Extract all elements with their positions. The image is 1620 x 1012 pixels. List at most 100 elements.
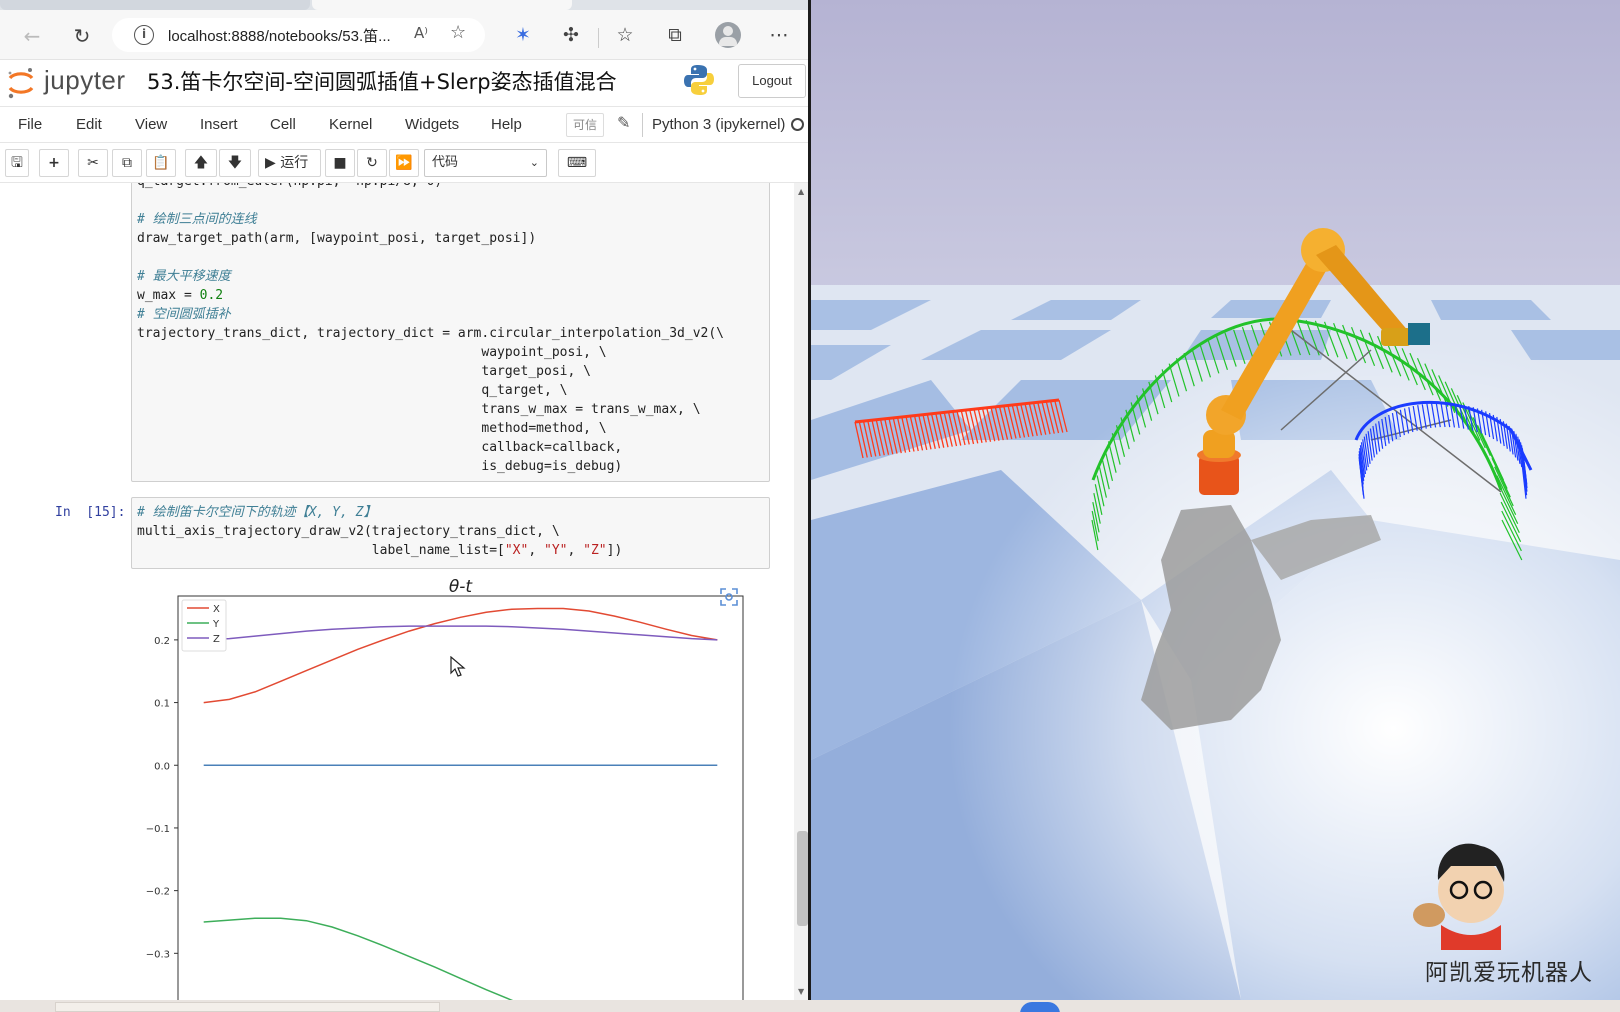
trusted-badge[interactable]: 可信 (566, 113, 604, 137)
code-cell-1-line: trans_w_max = trans_w_max, \ (137, 402, 701, 417)
menubar: File Edit View Insert Cell Kernel Widget… (0, 107, 808, 143)
clipboard-icon: 📋 (152, 155, 170, 171)
chart-title: θ-t (449, 578, 474, 597)
sky (811, 0, 1620, 290)
add-favorite-icon[interactable]: ☆ (450, 22, 466, 43)
paste-button[interactable]: 📋 (146, 149, 176, 177)
scroll-down-icon[interactable]: ▼ (798, 987, 804, 996)
extension-bird-icon[interactable]: ✶ (510, 22, 536, 48)
taskbar (0, 1000, 1620, 1012)
plus-icon: + (48, 155, 60, 171)
collections-icon[interactable]: ⧉ (662, 22, 688, 48)
code-cell-2-line: label_name_list=["X", "Y", "Z"]) (137, 543, 623, 558)
insert-cell-button[interactable]: + (39, 149, 69, 177)
restart-run-all-button[interactable]: ⏩ (389, 149, 419, 177)
stop-icon: ■ (333, 155, 347, 171)
browser-tab-inactive[interactable] (0, 0, 310, 10)
notebook-title[interactable]: 53.笛卡尔空间-空间圆弧插值+Slerp姿态插值混合 (147, 66, 617, 96)
menu-widgets[interactable]: Widgets (405, 116, 459, 133)
trajectory-chart: θ-t0.20.10.0−0.1−0.2−0.3−0.4XYZ (146, 578, 744, 1000)
menu-cell[interactable]: Cell (270, 116, 296, 133)
back-arrow-icon[interactable]: ← (20, 24, 44, 48)
profile-avatar-icon[interactable] (715, 22, 741, 48)
python-logo-icon (684, 65, 714, 95)
code-cell-1-source[interactable]: q_target.from_euler(np.pi, -np.pi/8, 0) … (132, 183, 769, 476)
more-menu-icon[interactable]: ⋯ (766, 22, 792, 48)
jupyter-logo-icon (8, 68, 34, 99)
url-text: localhost:8888/notebooks/53.笛... (168, 28, 391, 45)
save-button[interactable]: 🖫 (5, 149, 29, 177)
taskbar-window-button[interactable] (55, 1002, 440, 1012)
cell-prompt: In [15]: (55, 505, 126, 520)
mouse-cursor-icon (449, 655, 467, 678)
code-cell-2-line: multi_axis_trajectory_draw_v2(trajectory… (137, 524, 560, 539)
code-cell-1-line: q_target, \ (137, 383, 568, 398)
code-cell-1-line (137, 248, 769, 267)
menu-edit[interactable]: Edit (76, 116, 102, 133)
keyboard-icon: ⌨ (566, 155, 588, 171)
site-info-icon[interactable]: i (134, 25, 154, 45)
menu-insert[interactable]: Insert (200, 116, 238, 133)
code-cell-1-line: # 空间圆弧插补 (137, 307, 231, 322)
notebook-toolbar: 🖫 + ✂ ⧉ 📋 🡅 🡇 ▶ 运行 ■ ↻ ⏩ 代码 ⌄ ⌨ (0, 143, 808, 183)
legend-label: X (213, 604, 220, 615)
extensions-puzzle-icon[interactable]: ✣ (558, 22, 584, 48)
y-tick-label: −0.1 (146, 824, 170, 835)
tab-strip (0, 0, 808, 10)
read-aloud-icon[interactable]: A⁾ (414, 24, 428, 42)
jupyter-logo[interactable]: jupyter (6, 64, 126, 102)
scroll-up-icon[interactable]: ▲ (798, 187, 804, 196)
run-button[interactable]: ▶ 运行 (258, 149, 321, 177)
favorites-icon[interactable]: ☆ (612, 22, 638, 48)
cut-button[interactable]: ✂ (78, 149, 108, 177)
notebook-scrollbar[interactable]: ▲ ▼ (794, 183, 808, 1000)
scissors-icon: ✂ (87, 155, 99, 171)
arrow-down-icon: 🡇 (227, 155, 243, 171)
refresh-icon[interactable]: ↻ (70, 24, 94, 48)
code-cell-1-line: callback=callback, (137, 440, 623, 455)
url-field[interactable]: i localhost:8888/notebooks/53.笛... A⁾ ☆ (112, 18, 485, 52)
interrupt-button[interactable]: ■ (325, 149, 355, 177)
scrollbar-thumb[interactable] (797, 831, 808, 926)
jupyter-header: jupyter 53.笛卡尔空间-空间圆弧插值+Slerp姿态插值混合 Logo… (0, 60, 808, 107)
toolbar-divider (598, 28, 599, 48)
kernel-status-icon (791, 118, 804, 131)
code-cell-2[interactable]: # 绘制笛卡尔空间下的轨迹【X, Y, Z】 multi_axis_traject… (131, 497, 770, 569)
pencil-icon[interactable]: ✎ (617, 113, 630, 132)
code-cell-2-source[interactable]: # 绘制笛卡尔空间下的轨迹【X, Y, Z】 multi_axis_traject… (132, 498, 769, 560)
code-cell-1-line: is_debug=is_debug) (137, 459, 623, 474)
menu-file[interactable]: File (18, 116, 42, 133)
code-cell-1-line: target_posi, \ (137, 364, 591, 379)
legend-label: Z (213, 634, 220, 645)
menu-kernel[interactable]: Kernel (329, 116, 372, 133)
kernel-name[interactable]: Python 3 (ipykernel) (652, 116, 785, 133)
logout-button[interactable]: Logout (738, 64, 806, 98)
browser-window: ← ↻ i localhost:8888/notebooks/53.笛... A… (0, 0, 811, 1000)
restart-icon: ↻ (366, 155, 378, 171)
code-cell-1[interactable]: q_target.from_euler(np.pi, -np.pi/8, 0) … (131, 183, 770, 482)
fullscreen-icon[interactable] (719, 587, 739, 607)
move-down-button[interactable]: 🡇 (219, 149, 251, 177)
copy-button[interactable]: ⧉ (112, 149, 142, 177)
menu-help[interactable]: Help (491, 116, 522, 133)
simulation-viewer[interactable]: 阿凯爱玩机器人 (811, 0, 1620, 1000)
cell-type-value: 代码 (432, 155, 459, 170)
cell-type-select[interactable]: 代码 ⌄ (424, 149, 547, 177)
fast-forward-icon: ⏩ (395, 155, 413, 171)
move-up-button[interactable]: 🡅 (185, 149, 217, 177)
simulation-scene (811, 0, 1620, 1000)
jupyter-logo-text: jupyter (44, 65, 126, 95)
code-cell-1-line: # 绘制三点间的连线 (137, 212, 257, 227)
taskbar-app-icon[interactable] (1020, 1002, 1060, 1012)
code-cell-1-line: # 最大平移速度 (137, 269, 231, 284)
browser-tab-active[interactable] (312, 0, 572, 10)
menu-view[interactable]: View (135, 116, 167, 133)
restart-button[interactable]: ↻ (357, 149, 387, 177)
copy-icon: ⧉ (122, 155, 132, 171)
code-cell-1-line: waypoint_posi, \ (137, 345, 607, 360)
command-palette-button[interactable]: ⌨ (558, 149, 596, 177)
address-bar: ← ↻ i localhost:8888/notebooks/53.笛... A… (0, 10, 808, 60)
code-cell-1-line: w_max = 0.2 (137, 288, 224, 303)
y-tick-label: −0.2 (146, 887, 170, 898)
y-tick-label: −0.3 (146, 949, 170, 960)
